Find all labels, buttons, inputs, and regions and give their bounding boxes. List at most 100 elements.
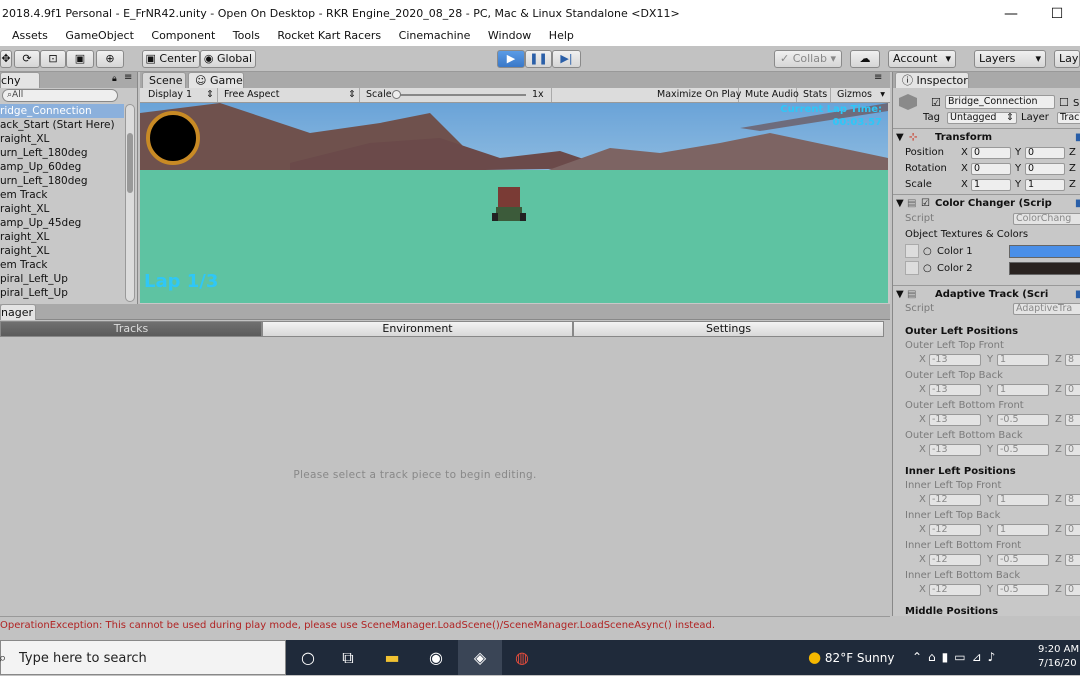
vector-x-field[interactable]: -13 [929, 444, 981, 456]
component-enabled-checkbox[interactable]: ☑ [921, 196, 930, 211]
system-tray-icons[interactable]: ⌃⌂▮▭⊿♪ [912, 640, 1001, 675]
hierarchy-item[interactable]: raight_XL [0, 202, 124, 216]
space-global-button[interactable]: ◉ Global [200, 50, 256, 68]
hierarchy-item[interactable]: raight_XL [0, 244, 124, 258]
texture-slot[interactable] [905, 261, 919, 275]
vector-y-field[interactable]: 1 [997, 354, 1049, 366]
vector-y-field[interactable]: -0.5 [997, 584, 1049, 596]
menu-help[interactable]: Help [549, 28, 574, 44]
menu-cinemachine[interactable]: Cinemachine [399, 28, 471, 44]
vector-z-field[interactable]: 8 [1065, 414, 1080, 426]
rotation-x-field[interactable]: 0 [971, 163, 1011, 175]
tab-scene[interactable]: Scene [142, 72, 186, 88]
maximize-on-play-toggle[interactable]: Maximize On Play [653, 88, 741, 102]
gizmos-dropdown[interactable]: Gizmos ▾ [833, 88, 887, 102]
vector-z-field[interactable]: 8 [1065, 354, 1080, 366]
menu-component[interactable]: Component [151, 28, 215, 44]
vector-z-field[interactable]: 0 [1065, 584, 1080, 596]
aspect-dropdown[interactable]: Free Aspect ⇕ [220, 88, 360, 102]
chrome-icon[interactable]: ◍ [500, 640, 544, 675]
play-button[interactable]: ▶ [497, 50, 525, 68]
tab-hierarchy[interactable]: chy [0, 72, 40, 88]
tab-tracks[interactable]: Tracks [0, 321, 262, 337]
color-changer-header[interactable]: ▼ ▤ ☑ Color Changer (Scrip ■ [893, 196, 1080, 212]
move-tool-icon[interactable]: ✥ [0, 50, 12, 68]
console-status-bar[interactable]: OperationException: This cannot be used … [0, 616, 890, 634]
tab-game[interactable]: ☺ Game [188, 72, 244, 88]
vector-y-field[interactable]: 1 [997, 524, 1049, 536]
position-y-field[interactable]: 0 [1025, 147, 1065, 159]
transform-tool-icon[interactable]: ⊕ [96, 50, 124, 68]
vector-x-field[interactable]: -13 [929, 384, 981, 396]
cloud-button[interactable]: ☁ [850, 50, 880, 68]
obs-icon[interactable]: ◉ [414, 640, 458, 675]
game-viewport[interactable]: Lap 1/3 Current Lap Time: 00:03.57 [140, 103, 888, 303]
layers-dropdown[interactable]: Layers ▾ [974, 50, 1046, 68]
minimize-button[interactable]: — [988, 0, 1034, 28]
component-settings-icon[interactable]: ■ [1075, 196, 1080, 211]
hierarchy-item[interactable]: amp_Up_60deg [0, 160, 124, 174]
component-settings-icon[interactable]: ■ [1075, 130, 1080, 145]
taskbar-search-input[interactable]: ⌕ Type here to search [0, 640, 286, 675]
weather-widget[interactable]: ● 82°F Sunny [808, 640, 894, 675]
hierarchy-item[interactable]: piral_Left_Up [0, 286, 124, 300]
account-dropdown[interactable]: Account ▾ [888, 50, 956, 68]
menu-window[interactable]: Window [488, 28, 531, 44]
tab-inspector[interactable]: ⓘ Inspector [895, 72, 969, 88]
hierarchy-item[interactable]: urn_Left_180deg [0, 174, 124, 188]
panel-menu-icon[interactable]: ≡ [124, 72, 132, 83]
menu-assets[interactable]: Assets [12, 28, 48, 44]
layer-dropdown[interactable]: Trac [1057, 112, 1080, 124]
static-checkbox[interactable]: ☐ [1059, 95, 1069, 110]
hierarchy-item[interactable]: em Track [0, 188, 124, 202]
mute-audio-toggle[interactable]: Mute Audio [741, 88, 799, 102]
active-checkbox[interactable]: ☑ [931, 95, 941, 110]
component-settings-icon[interactable]: ■ [1075, 287, 1080, 302]
unity-icon[interactable]: ◈ [458, 640, 502, 675]
tag-dropdown[interactable]: Untagged ⇕ [947, 112, 1017, 124]
vector-x-field[interactable]: -12 [929, 494, 981, 506]
vector-x-field[interactable]: -13 [929, 354, 981, 366]
panel-menu-icon[interactable]: ≡ [874, 72, 882, 83]
menu-tools[interactable]: Tools [233, 28, 260, 44]
rotation-y-field[interactable]: 0 [1025, 163, 1065, 175]
vector-y-field[interactable]: 1 [997, 494, 1049, 506]
hierarchy-item[interactable]: raight_XL [0, 230, 124, 244]
hierarchy-item[interactable]: raight_XL [0, 132, 124, 146]
object-name-field[interactable]: Bridge_Connection [945, 95, 1055, 109]
hierarchy-scrollbar[interactable] [125, 104, 135, 302]
hierarchy-item[interactable]: em Track [0, 258, 124, 272]
task-view-icon[interactable]: ⧉ [326, 640, 370, 675]
vector-x-field[interactable]: -12 [929, 524, 981, 536]
clock[interactable]: 9:20 AM 7/16/20 [1038, 643, 1079, 671]
scale-slider[interactable] [396, 94, 526, 96]
tab-manager[interactable]: nager [0, 304, 36, 320]
vector-y-field[interactable]: 1 [997, 384, 1049, 396]
position-x-field[interactable]: 0 [971, 147, 1011, 159]
scale-slider-thumb[interactable] [392, 90, 401, 99]
vector-x-field[interactable]: -12 [929, 554, 981, 566]
lock-icon[interactable]: 🔒︎ [112, 74, 117, 84]
rect-tool-icon[interactable]: ▣ [66, 50, 94, 68]
pivot-center-button[interactable]: ▣ Center [142, 50, 200, 68]
vector-x-field[interactable]: -13 [929, 414, 981, 426]
hierarchy-item[interactable]: ridge_Connection [0, 104, 124, 118]
rotate-tool-icon[interactable]: ⟳ [14, 50, 40, 68]
texture-slot[interactable] [905, 244, 919, 258]
tab-environment[interactable]: Environment [262, 321, 573, 337]
menu-rocket-kart-racers[interactable]: Rocket Kart Racers [277, 28, 381, 44]
transform-header[interactable]: ▼ ⊹ Transform ■ [893, 130, 1080, 146]
vector-y-field[interactable]: -0.5 [997, 414, 1049, 426]
vector-y-field[interactable]: -0.5 [997, 554, 1049, 566]
vector-z-field[interactable]: 8 [1065, 554, 1080, 566]
hierarchy-search-input[interactable]: ⌕All [2, 89, 118, 102]
pause-button[interactable]: ❚❚ [525, 50, 552, 68]
vector-z-field[interactable]: 0 [1065, 384, 1080, 396]
vector-z-field[interactable]: 8 [1065, 494, 1080, 506]
vector-y-field[interactable]: -0.5 [997, 444, 1049, 456]
maximize-button[interactable]: ☐ [1034, 0, 1080, 28]
file-explorer-icon[interactable]: ▬ [370, 640, 414, 675]
hierarchy-item[interactable]: piral_Left_Up [0, 272, 124, 286]
color1-swatch[interactable] [1009, 245, 1080, 258]
color2-swatch[interactable] [1009, 262, 1080, 275]
